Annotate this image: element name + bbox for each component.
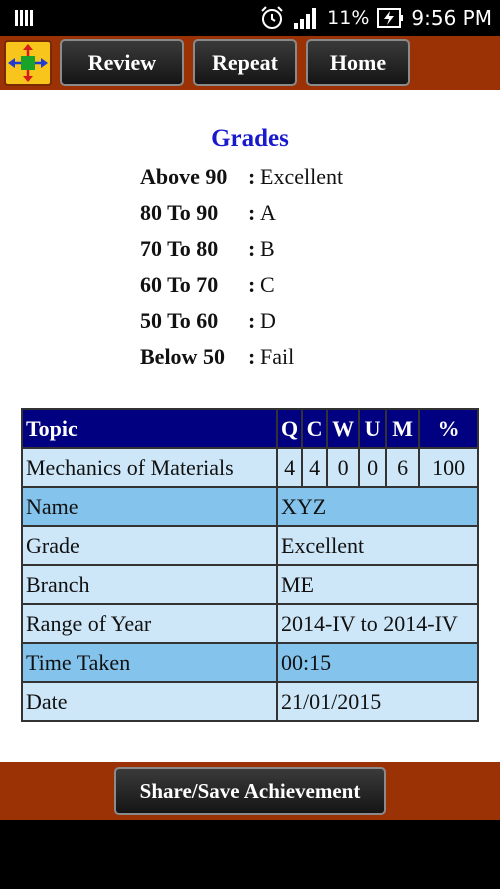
table-row: Time Taken 00:15 [21,642,479,683]
table-row: Branch ME [21,564,479,605]
grade-range: 50 To 60 [140,308,219,333]
battery-charging-icon [377,8,404,28]
grade-value: A [260,200,276,225]
grade-separator: : [248,164,256,189]
grade-separator: : [248,236,256,261]
table-header-row: Topic Q C W U M % [21,408,479,449]
grade-value: D [260,308,276,333]
grade-row: Below 50 : Fail [140,344,294,374]
m-cell: 6 [385,447,421,488]
percent-cell: 100 [418,447,479,488]
status-bar: 11% 9:56 PM [0,0,500,36]
u-cell: 0 [358,447,388,488]
detail-value: Excellent [276,525,479,566]
table-row: Name XYZ [21,486,479,527]
detail-label: Date [21,681,278,722]
header-c: C [301,408,329,449]
grade-row: Above 90 : Excellent [140,164,343,194]
grade-row: 70 To 80 : B [140,236,275,266]
grade-range: 80 To 90 [140,200,219,225]
header-q: Q [275,408,304,449]
detail-value: XYZ [276,486,479,527]
detail-value: ME [276,564,479,605]
detail-label: Name [21,486,278,527]
bottom-toolbar: Share/Save Achievement [0,762,500,820]
grade-range: 60 To 70 [140,272,219,297]
app-logo-icon[interactable] [4,40,52,86]
header-w: W [326,408,361,449]
alarm-clock-icon [261,6,283,29]
share-save-button[interactable]: Share/Save Achievement [114,767,386,815]
battery-percent: 11% [327,7,370,29]
cell-signal-icon [294,8,317,29]
review-button[interactable]: Review [60,39,184,86]
detail-label: Range of Year [21,603,278,644]
table-row: Mechanics of Materials 4 4 0 0 6 100 [21,447,479,488]
header-topic: Topic [21,408,278,449]
status-right: 11% 9:56 PM [259,4,492,32]
table-row: Date 21/01/2015 [21,681,479,722]
detail-value: 2014-IV to 2014-IV [276,603,479,644]
w-cell: 0 [326,447,361,488]
grade-value: Fail [260,344,295,369]
bottom-blank-area [0,820,500,889]
detail-label: Time Taken [21,642,278,683]
arrows-icon [8,44,48,82]
top-toolbar: Review Repeat Home [0,36,500,90]
grades-title: Grades [211,125,289,152]
detail-value: 21/01/2015 [276,681,479,722]
grade-separator: : [248,344,256,369]
table-row: Grade Excellent [21,525,479,566]
header-percent: % [418,408,479,449]
home-button[interactable]: Home [306,39,410,86]
grade-value: B [260,236,275,261]
grade-range: 70 To 80 [140,236,219,261]
grade-separator: : [248,308,256,333]
grade-row: 80 To 90 : A [140,200,276,230]
topic-cell: Mechanics of Materials [21,447,278,488]
header-u: U [358,408,388,449]
header-m: M [385,408,421,449]
repeat-button[interactable]: Repeat [193,39,297,86]
detail-label: Grade [21,525,278,566]
q-cell: 4 [275,447,304,488]
grade-separator: : [248,200,256,225]
detail-label: Branch [21,564,278,605]
signal-bars-notification-icon [15,10,33,26]
status-time: 9:56 PM [411,6,492,30]
grade-row: 60 To 70 : C [140,272,275,302]
detail-value: 00:15 [276,642,479,683]
grade-value: Excellent [260,164,344,189]
table-row: Range of Year 2014-IV to 2014-IV [21,603,479,644]
grade-range: Above 90 [140,164,228,189]
grade-separator: : [248,272,256,297]
c-cell: 4 [301,447,329,488]
grade-row: 50 To 60 : D [140,308,276,338]
grade-range: Below 50 [140,344,225,369]
grade-value: C [260,272,275,297]
result-table: Topic Q C W U M % Mechanics of Materials… [21,408,479,722]
